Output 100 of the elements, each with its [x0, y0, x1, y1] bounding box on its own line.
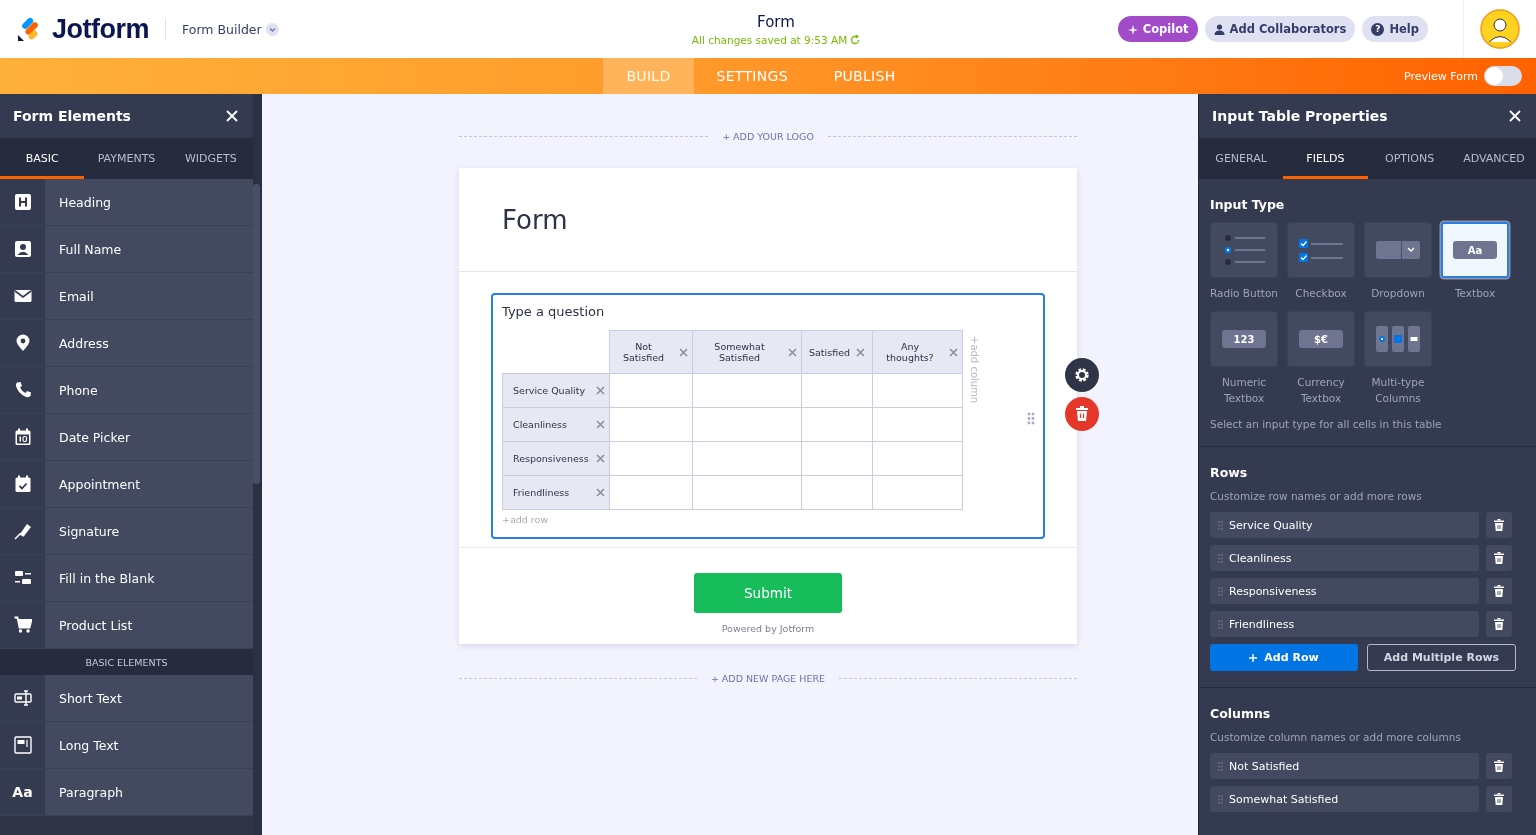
- drag-handle-icon: [1218, 586, 1223, 596]
- delete-button[interactable]: [1486, 611, 1512, 637]
- table-cell[interactable]: [692, 475, 802, 510]
- name-field[interactable]: Somewhat Satisfied: [1210, 786, 1479, 812]
- settings-button[interactable]: [1065, 358, 1099, 392]
- add-collaborators-button[interactable]: Add Collaborators: [1204, 16, 1356, 42]
- form-element-item[interactable]: Heading: [0, 179, 253, 226]
- remove-button[interactable]: [856, 347, 865, 357]
- input-type-option[interactable]: [1287, 222, 1355, 278]
- table-cell[interactable]: [872, 373, 963, 408]
- form-element-item[interactable]: Signature: [0, 508, 253, 555]
- remove-button[interactable]: [596, 488, 605, 497]
- table-cell[interactable]: [872, 475, 963, 510]
- close-icon: [949, 347, 958, 357]
- input-sample-icon: Aa: [1453, 241, 1497, 259]
- table-cell[interactable]: [692, 373, 802, 408]
- form-element-item[interactable]: Long Text: [0, 722, 253, 769]
- input-type-option[interactable]: [1364, 311, 1432, 367]
- section-heading: Input Type: [1210, 197, 1286, 212]
- input-type-option[interactable]: Aa: [1441, 222, 1509, 278]
- name-field[interactable]: Cleanliness: [1210, 545, 1479, 571]
- pen-nib-icon: [13, 522, 32, 540]
- question-label[interactable]: Type a question: [502, 304, 1034, 319]
- radio-list-icon: [1222, 232, 1266, 268]
- panel-tab[interactable]: GENERAL: [1199, 138, 1284, 179]
- form-heading[interactable]: Form: [502, 204, 568, 235]
- panel-tab[interactable]: WIDGETS: [168, 138, 253, 179]
- table-cell[interactable]: [609, 373, 693, 408]
- form-element-item[interactable]: Date Picker: [0, 414, 253, 461]
- table-cell[interactable]: [609, 441, 693, 476]
- close-button[interactable]: [1507, 108, 1523, 124]
- delete-button[interactable]: [1486, 753, 1512, 779]
- remove-button[interactable]: [596, 386, 605, 395]
- form-element-item[interactable]: Short Text: [0, 675, 253, 722]
- form-element-item[interactable]: Fill in the Blank: [0, 555, 253, 602]
- preview-toggle[interactable]: [1484, 66, 1522, 86]
- help-button[interactable]: ? Help: [1362, 16, 1428, 42]
- panel-tab[interactable]: ADVANCED: [1451, 138, 1536, 179]
- add-multiple-rows-button[interactable]: Add Multiple Rows: [1367, 644, 1516, 671]
- question-field-selected[interactable]: Type a question Not Satisfied Somewhat Satisfied Satisfied Any thoughts? Service Quality Cleanliness Responsiveness Friendliness +add row +add column: [491, 293, 1045, 539]
- name-field[interactable]: Service Quality: [1210, 512, 1479, 538]
- remove-button[interactable]: [679, 347, 688, 357]
- form-element-item[interactable]: Full Name: [0, 226, 253, 273]
- name-field[interactable]: Not Satisfied: [1210, 753, 1479, 779]
- section-heading: Columns: [1210, 706, 1272, 721]
- row-header[interactable]: Friendliness: [513, 487, 570, 498]
- calendar-check-icon: [13, 475, 32, 493]
- column-header[interactable]: Satisfied: [809, 346, 850, 358]
- delete-button[interactable]: [1486, 786, 1512, 812]
- input-sample-icon: 123: [1222, 330, 1266, 348]
- input-type-option[interactable]: [1364, 222, 1432, 278]
- input-type-option[interactable]: [1210, 222, 1278, 278]
- copilot-button[interactable]: Copilot: [1117, 16, 1198, 42]
- checkbox-list-icon: [1299, 236, 1343, 264]
- form-element-item[interactable]: Aa Paragraph: [0, 769, 253, 816]
- option-label: Textbox: [1454, 286, 1496, 301]
- logo-text[interactable]: Jotform: [52, 13, 149, 45]
- input-type-option[interactable]: $€: [1287, 311, 1355, 367]
- table-cell[interactable]: [801, 441, 873, 476]
- remove-button[interactable]: [596, 454, 605, 463]
- remove-button[interactable]: [596, 420, 605, 429]
- add-page-link[interactable]: + ADD NEW PAGE HERE: [710, 672, 826, 684]
- panel-tab[interactable]: PAYMENTS: [84, 138, 169, 179]
- table-cell[interactable]: [609, 407, 693, 442]
- trash-icon: [1494, 618, 1504, 630]
- table-cell[interactable]: [872, 441, 963, 476]
- remove-button[interactable]: [949, 347, 958, 357]
- input-type-option[interactable]: 123: [1210, 311, 1278, 367]
- form-element-item[interactable]: Email: [0, 273, 253, 320]
- section-label: BASIC ELEMENTS: [0, 649, 253, 675]
- table-cell[interactable]: [801, 373, 873, 408]
- form-title[interactable]: Form: [757, 12, 795, 31]
- font-icon: Aa: [12, 784, 33, 800]
- table-cell[interactable]: [801, 475, 873, 510]
- delete-button[interactable]: [1486, 545, 1512, 571]
- table-cell[interactable]: [801, 407, 873, 442]
- table-cell[interactable]: [609, 475, 693, 510]
- add-logo-link[interactable]: + ADD YOUR LOGO: [722, 130, 814, 142]
- form-element-item[interactable]: Phone: [0, 367, 253, 414]
- name-field[interactable]: Friendliness: [1210, 611, 1479, 637]
- table-cell[interactable]: [872, 407, 963, 442]
- delete-button[interactable]: [1486, 578, 1512, 604]
- delete-button[interactable]: [1486, 512, 1512, 538]
- table-cell[interactable]: [692, 441, 802, 476]
- name-field[interactable]: Responsiveness: [1210, 578, 1479, 604]
- delete-button[interactable]: [1065, 397, 1099, 431]
- chevron-down-icon: [265, 22, 279, 36]
- form-element-item[interactable]: Address: [0, 320, 253, 367]
- scrollbar[interactable]: [253, 94, 262, 835]
- row-header[interactable]: Cleanliness: [513, 419, 567, 430]
- drag-handle-icon: [1218, 553, 1223, 563]
- close-button[interactable]: [224, 108, 240, 124]
- remove-button[interactable]: [788, 347, 797, 357]
- panel-tab[interactable]: OPTIONS: [1367, 138, 1452, 179]
- table-cell[interactable]: [692, 407, 802, 442]
- add-row-button[interactable]: Add Row: [1210, 644, 1358, 671]
- product-menu[interactable]: Form Builder: [182, 21, 279, 37]
- form-element-item[interactable]: Product List: [0, 602, 253, 649]
- close-icon: [788, 347, 797, 357]
- form-element-item[interactable]: Appointment: [0, 461, 253, 508]
